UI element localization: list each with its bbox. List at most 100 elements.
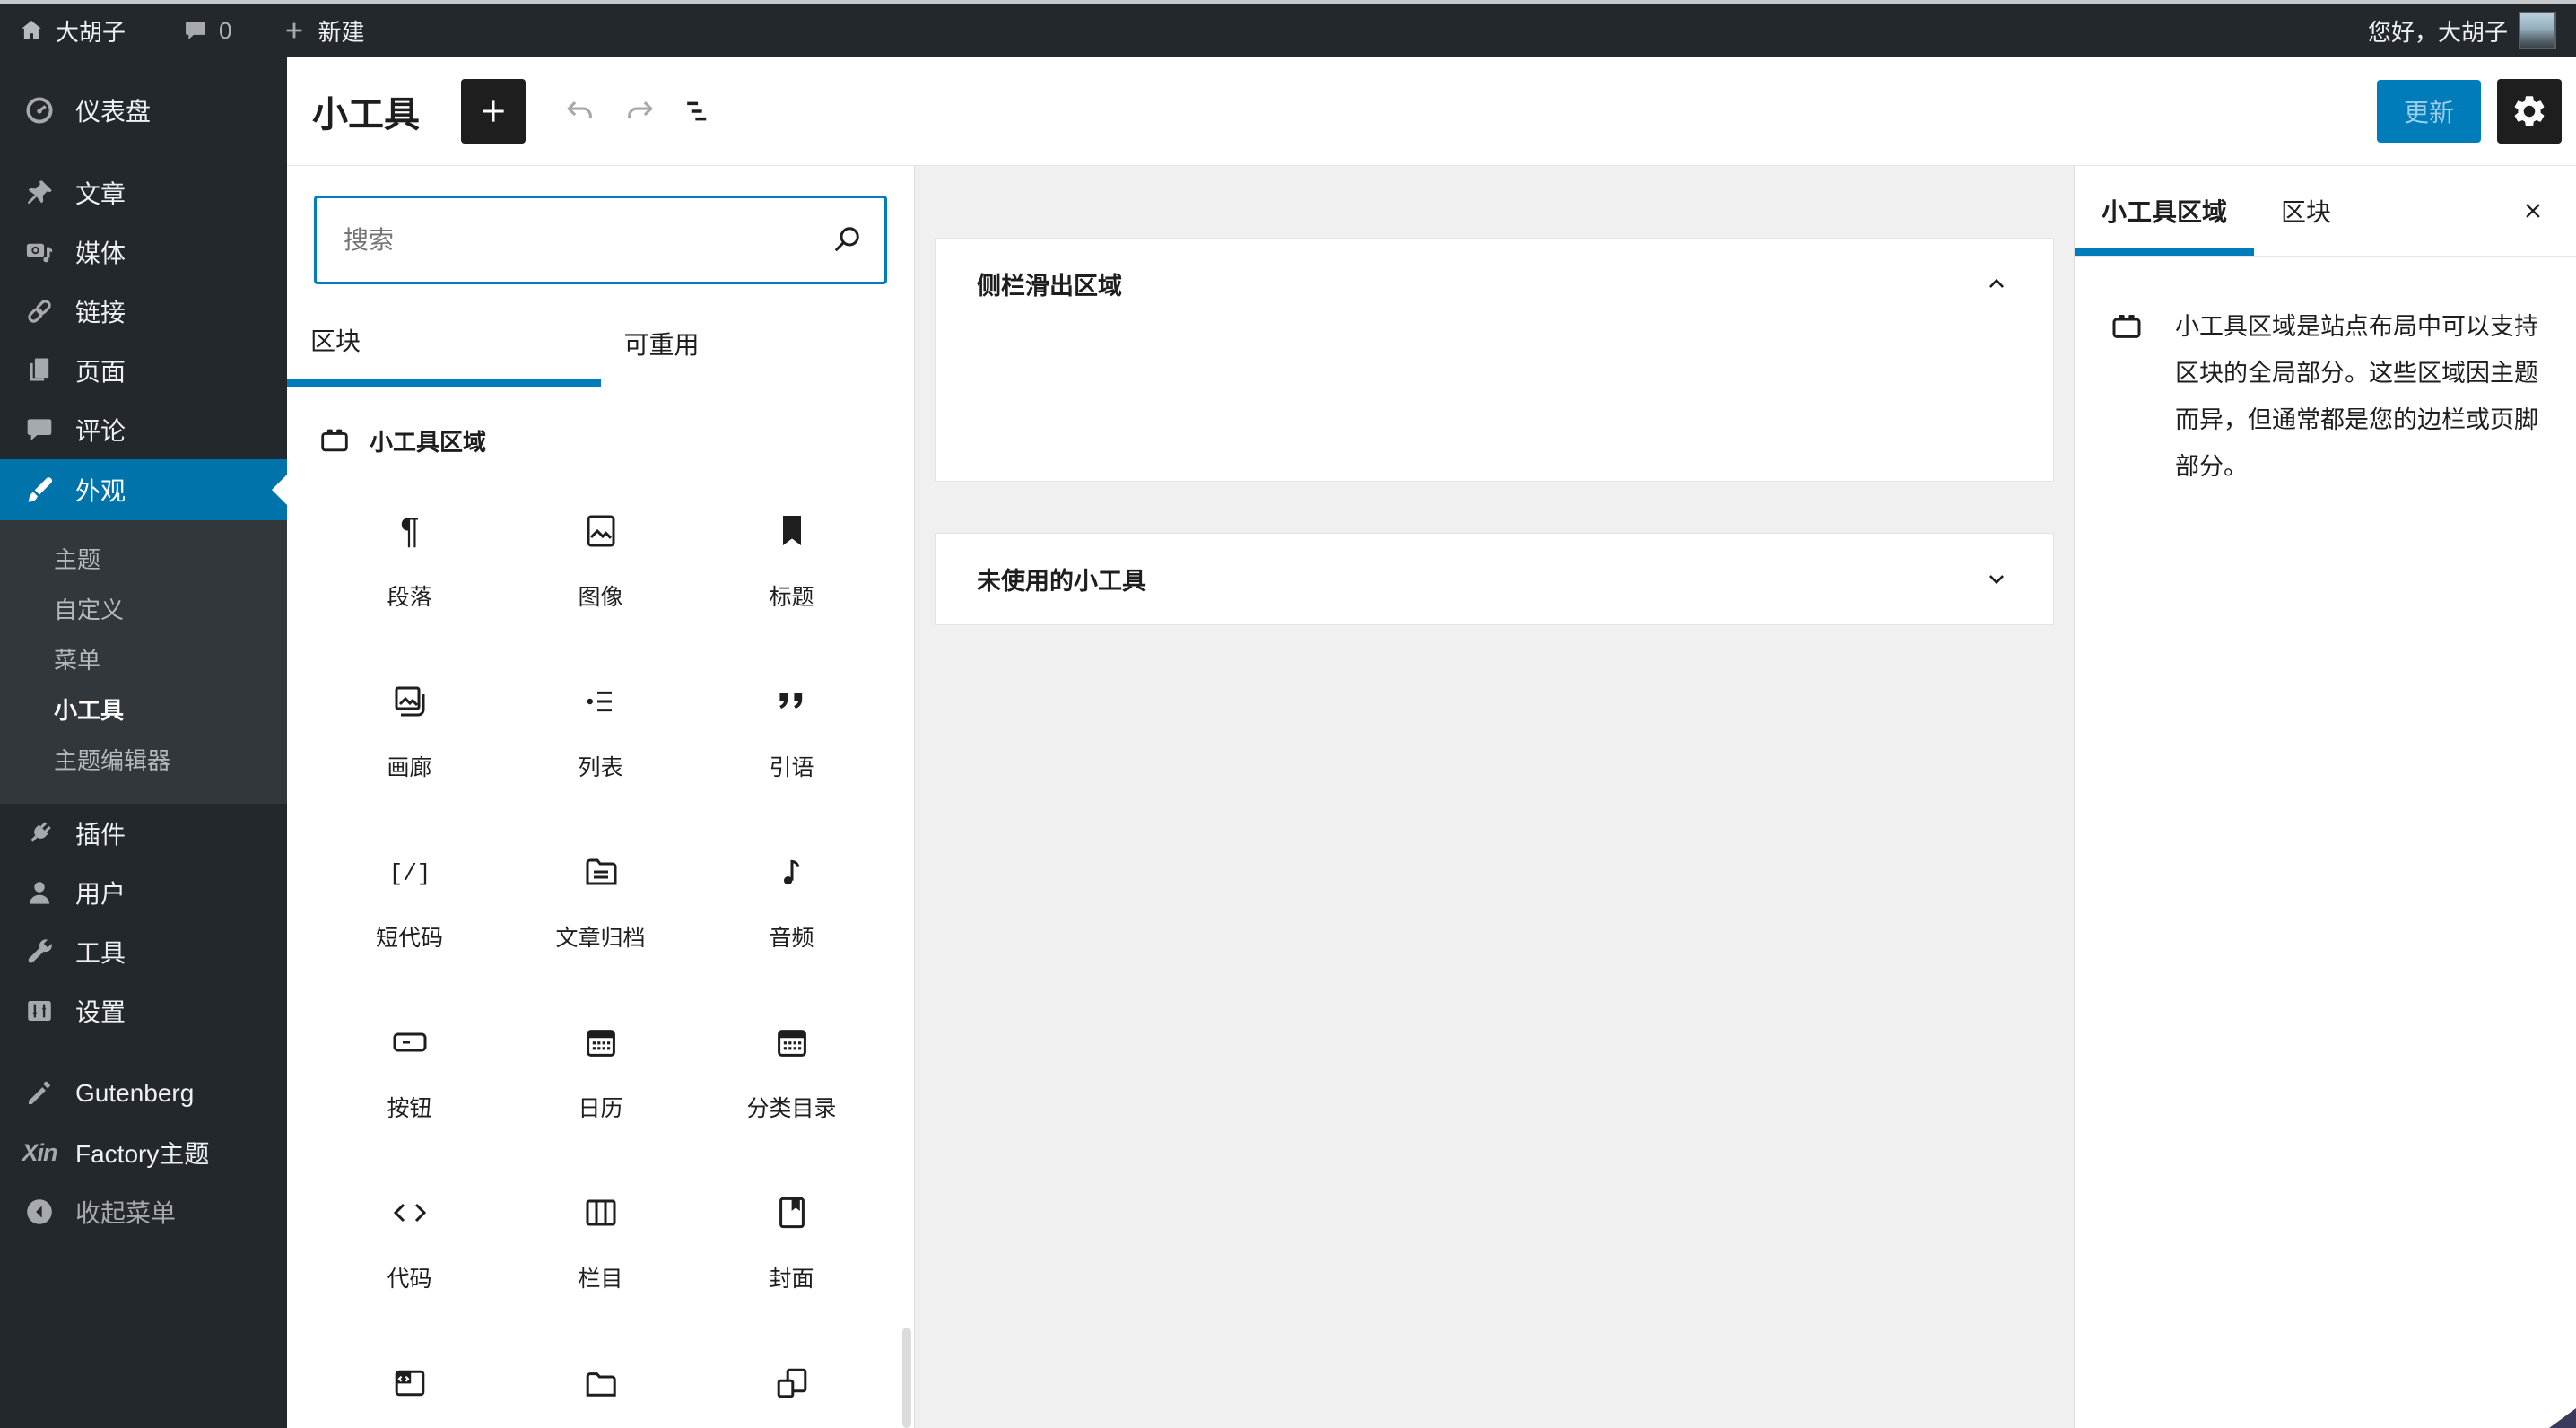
block-item-list[interactable]: 列表	[505, 669, 696, 840]
wrench-icon	[23, 936, 56, 968]
widget-area-icon	[318, 423, 352, 457]
block-item-group[interactable]	[696, 1351, 887, 1428]
sidebar-item-label: 文章	[75, 180, 126, 208]
submenu-item-customize[interactable]: 自定义	[0, 585, 287, 635]
sidebar-item-users[interactable]: 用户	[0, 863, 287, 922]
chain-link-icon	[23, 295, 56, 327]
sidebar-item-xin-factory-theme[interactable]: Xin Factory主题	[0, 1123, 287, 1182]
sidebar-item-tools[interactable]: 工具	[0, 922, 287, 981]
submenu-item-menus[interactable]: 菜单	[0, 635, 287, 685]
tab-widget-areas[interactable]: 小工具区域	[2075, 166, 2254, 256]
avatar	[2520, 13, 2554, 48]
sidebar-item-plugins[interactable]: 插件	[0, 804, 287, 863]
admin-bar-new[interactable]: 新建	[282, 14, 365, 48]
block-item-heading[interactable]: 标题	[696, 499, 887, 669]
sidebar-item-posts[interactable]: 文章	[0, 163, 287, 222]
pencil-icon	[23, 1077, 56, 1110]
sidebar-item-appearance[interactable]: 外观	[0, 459, 287, 520]
admin-bar-account[interactable]: 您好，大胡子	[2368, 13, 2554, 48]
block-item-paragraph[interactable]: ¶ 段落	[314, 499, 505, 669]
plugin-icon	[23, 817, 56, 849]
block-item-archives[interactable]: 文章归档	[505, 840, 696, 1010]
group-icon	[770, 1362, 814, 1405]
sidebar-item-links[interactable]: 链接	[0, 282, 287, 341]
sliders-icon	[23, 995, 56, 1027]
site-name: 大胡子	[56, 18, 126, 46]
shortcode-icon: [/]	[388, 850, 431, 893]
menu-separator	[0, 1041, 287, 1064]
block-item-file[interactable]	[505, 1351, 696, 1428]
submenu-item-widgets[interactable]: 小工具	[0, 685, 287, 736]
comments-icon	[23, 414, 56, 446]
chevron-down-icon	[1981, 564, 2012, 595]
redo-button[interactable]	[619, 91, 660, 132]
sidebar-item-label: 工具	[75, 939, 126, 967]
search-icon	[828, 221, 866, 258]
block-item-gallery[interactable]: 画廊	[314, 669, 505, 840]
tab-blocks[interactable]: 区块	[287, 300, 601, 387]
sidebar-item-gutenberg[interactable]: Gutenberg	[0, 1064, 287, 1123]
admin-bar-comments[interactable]: 0	[183, 17, 231, 45]
widget-area-panel-sidebar-slideout: 侧栏滑出区域	[935, 238, 2054, 482]
xin-logo-icon: Xin	[22, 1138, 58, 1166]
sidebar-item-label: 链接	[75, 299, 126, 327]
sidebar-item-settings[interactable]: 设置	[0, 981, 287, 1041]
block-item-quote[interactable]: 引语	[696, 669, 887, 840]
menu-separator	[0, 140, 287, 163]
undo-button[interactable]	[560, 91, 601, 132]
pushpin-icon	[23, 177, 56, 209]
sidebar-item-label: 插件	[75, 821, 126, 849]
widget-area-description-block: 小工具区域是站点布局中可以支持区块的全局部分。这些区域因主题而异，但通常都是您的…	[2075, 257, 2576, 490]
panel-title: 未使用的小工具	[977, 568, 1146, 595]
add-block-button[interactable]	[461, 79, 526, 144]
sidebar-item-label: 媒体	[75, 239, 126, 267]
list-view-button[interactable]	[678, 91, 719, 132]
sidebar-item-collapse-menu[interactable]: 收起菜单	[0, 1182, 287, 1241]
block-item-shortcode[interactable]: [/] 短代码	[314, 840, 505, 1010]
columns-icon	[579, 1191, 622, 1234]
submenu-item-themes[interactable]: 主题	[0, 535, 287, 585]
settings-toggle-button[interactable]	[2497, 79, 2562, 144]
sidebar-item-label: 收起菜单	[75, 1199, 177, 1227]
panel-toggle[interactable]: 侧栏滑出区域	[936, 239, 2053, 328]
block-item-image[interactable]: 图像	[505, 499, 696, 669]
sidebar-item-dashboard[interactable]: 仪表盘	[0, 81, 287, 140]
calendar-icon	[579, 1021, 622, 1064]
block-item-custom-html[interactable]	[314, 1351, 505, 1428]
appearance-submenu: 主题 自定义 菜单 小工具 主题编辑器	[0, 520, 287, 804]
block-item-calendar[interactable]: 日历	[505, 1010, 696, 1180]
home-icon	[18, 17, 45, 44]
block-item-columns[interactable]: 栏目	[505, 1180, 696, 1351]
current-menu-arrow	[272, 475, 287, 505]
block-item-categories[interactable]: 分类目录	[696, 1010, 887, 1180]
admin-bar-site[interactable]: 大胡子	[18, 14, 126, 48]
panel-toggle[interactable]: 未使用的小工具	[936, 534, 2053, 624]
user-icon	[23, 876, 56, 909]
sidebar-item-label: 仪表盘	[75, 98, 152, 126]
inserter-scrollbar[interactable]	[902, 1328, 911, 1428]
widget-area-icon	[2109, 309, 2145, 490]
plus-icon	[475, 93, 511, 129]
search-input[interactable]	[314, 196, 887, 284]
tab-reusable[interactable]: 可重用	[601, 300, 915, 387]
block-item-button[interactable]: 按钮	[314, 1010, 505, 1180]
block-item-cover[interactable]: 封面	[696, 1180, 887, 1351]
code-icon	[388, 1191, 431, 1234]
sidebar-item-pages[interactable]: 页面	[0, 341, 287, 400]
sidebar-item-comments[interactable]: 评论	[0, 400, 287, 459]
dashboard-icon	[23, 94, 56, 126]
block-item-code[interactable]: 代码	[314, 1180, 505, 1351]
gallery-icon	[388, 680, 431, 723]
gear-icon	[2511, 92, 2548, 130]
sidebar-item-media[interactable]: 媒体	[0, 222, 287, 282]
close-sidebar-button[interactable]	[2511, 189, 2554, 232]
inserter-tabs: 区块 可重用	[287, 300, 914, 387]
audio-icon	[770, 850, 814, 893]
block-item-audio[interactable]: 音频	[696, 840, 887, 1010]
submenu-item-theme-editor[interactable]: 主题编辑器	[0, 736, 287, 786]
undo-icon	[561, 91, 600, 131]
close-icon	[2519, 196, 2547, 225]
update-button[interactable]: 更新	[2376, 80, 2481, 143]
tab-block[interactable]: 区块	[2254, 166, 2358, 256]
list-view-icon	[679, 91, 718, 131]
